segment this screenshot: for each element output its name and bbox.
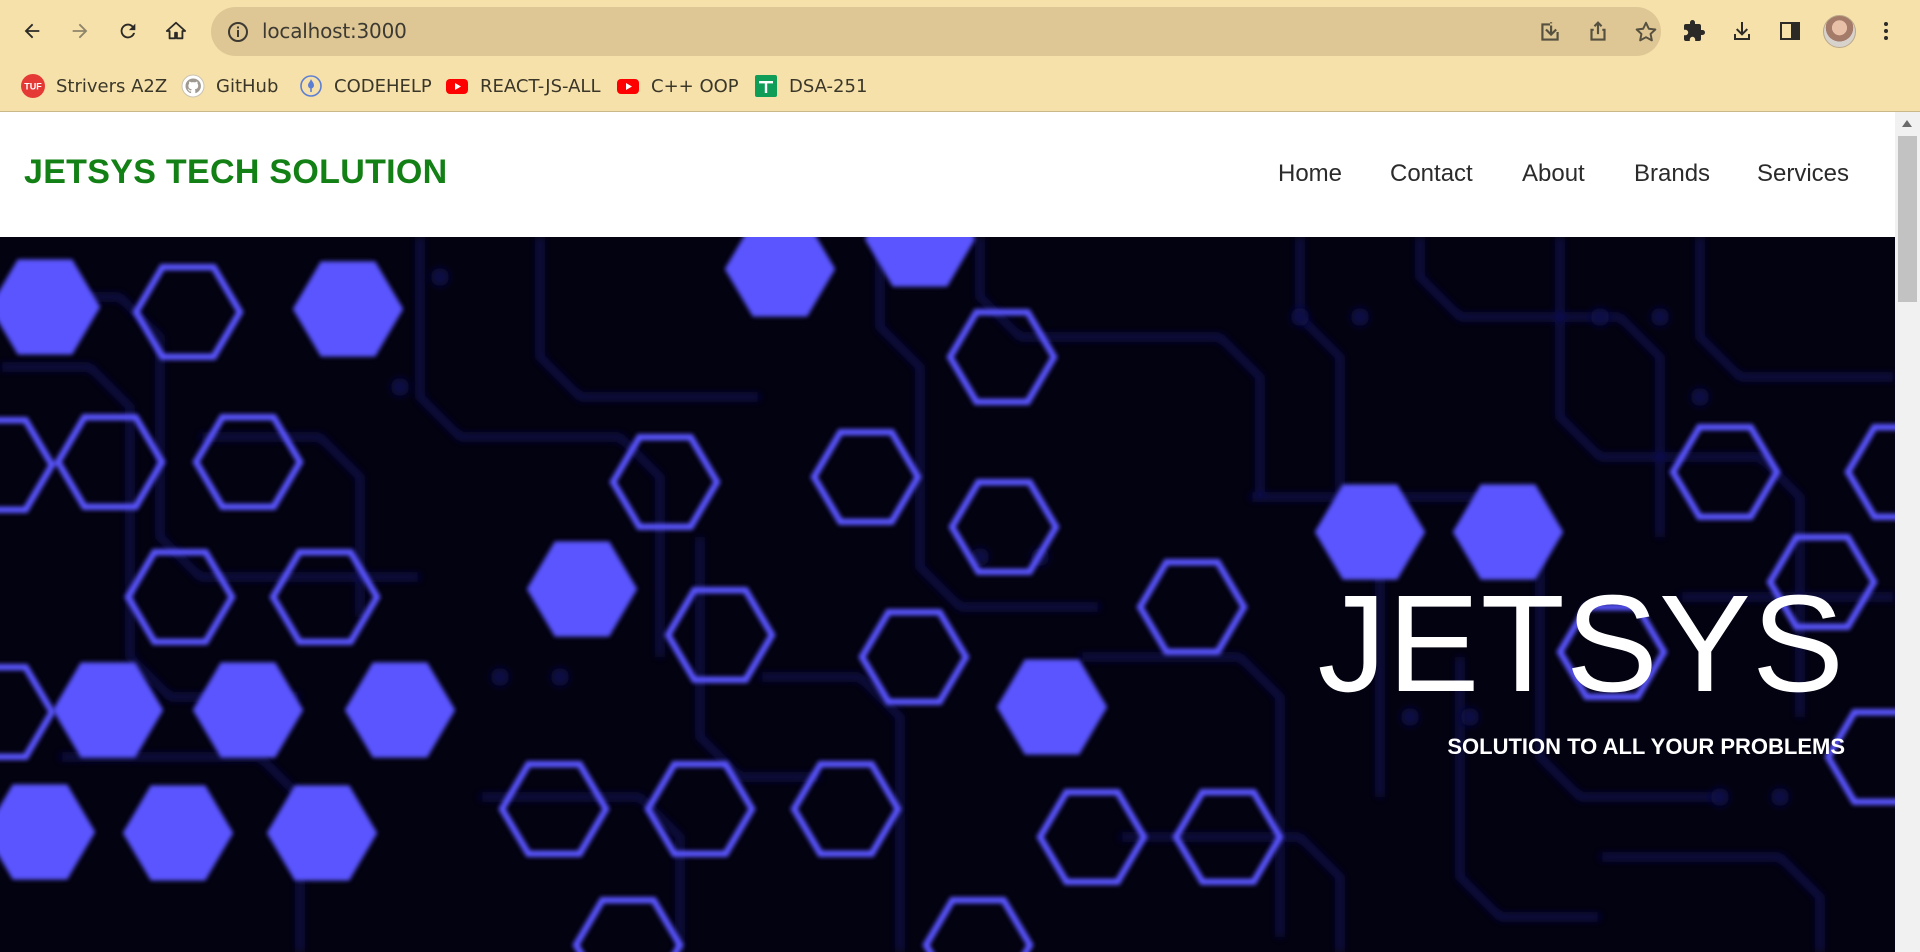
address-bar[interactable]: localhost:3000 xyxy=(211,7,1661,56)
hero-subtitle: SOLUTION TO ALL YOUR PROBLEMS xyxy=(1447,734,1845,759)
tuf-icon: TUF xyxy=(21,74,45,98)
bookmark-label: DSA-251 xyxy=(789,75,868,97)
profile-avatar[interactable] xyxy=(1823,15,1856,48)
reload-icon xyxy=(120,23,136,39)
kebab-menu-icon xyxy=(1884,22,1888,40)
site-brand[interactable]: JETSYS TECH SOLUTION xyxy=(24,153,448,192)
home-icon xyxy=(165,21,187,40)
youtube-icon xyxy=(616,74,640,98)
bookmark-label: GitHub xyxy=(216,75,279,97)
nav-about[interactable]: About xyxy=(1522,160,1585,188)
bookmark-codehelp[interactable]: CODEHELP xyxy=(299,71,432,101)
nav-services[interactable]: Services xyxy=(1757,160,1849,188)
menu-button[interactable] xyxy=(1867,12,1905,50)
bookmark-github[interactable]: GitHub xyxy=(181,71,278,101)
bookmarks-bar: TUF Strivers A2Z GitHub CODEHELP REACT-J… xyxy=(0,63,1920,111)
share-icon[interactable] xyxy=(1585,19,1611,45)
downloads-button[interactable] xyxy=(1723,12,1761,50)
hero-title: JETSYS xyxy=(1317,567,1845,721)
bookmark-dsa-251[interactable]: DSA-251 xyxy=(754,71,867,101)
bookmark-react-js-all[interactable]: REACT-JS-ALL xyxy=(445,71,601,101)
bookmark-star-icon[interactable] xyxy=(1633,19,1659,45)
youtube-icon xyxy=(445,74,469,98)
nav-brands[interactable]: Brands xyxy=(1634,160,1710,188)
browser-toolbar: localhost:3000 xyxy=(0,0,1920,63)
bookmark-strivers[interactable]: TUF Strivers A2Z xyxy=(21,71,167,101)
codehelp-icon xyxy=(299,74,323,98)
bookmark-cpp-oop[interactable]: C++ OOP xyxy=(616,71,739,101)
home-button[interactable] xyxy=(157,12,195,50)
page-scrollbar[interactable] xyxy=(1895,112,1920,952)
sheets-icon xyxy=(754,74,778,98)
bookmark-label: CODEHELP xyxy=(334,75,432,97)
puzzle-icon xyxy=(1684,20,1705,41)
install-app-icon[interactable] xyxy=(1537,19,1563,45)
scroll-thumb[interactable] xyxy=(1898,136,1917,302)
browser-chrome: localhost:3000 TUF Strivers A2Z GitHub C… xyxy=(0,0,1920,112)
url-text[interactable]: localhost:3000 xyxy=(262,19,407,43)
site-header: JETSYS TECH SOLUTION Home Contact About … xyxy=(0,112,1895,237)
hero-banner: JETSYS SOLUTION TO ALL YOUR PROBLEMS xyxy=(0,237,1895,952)
github-icon xyxy=(181,74,205,98)
site-info-icon[interactable] xyxy=(226,20,250,44)
side-panel-button[interactable] xyxy=(1771,12,1809,50)
reload-button[interactable] xyxy=(109,12,147,50)
bookmark-label: Strivers A2Z xyxy=(56,75,168,97)
extensions-button[interactable] xyxy=(1675,12,1713,50)
scroll-up-arrow-icon[interactable] xyxy=(1902,120,1912,127)
nav-contact[interactable]: Contact xyxy=(1390,160,1473,188)
page-viewport: JETSYS TECH SOLUTION Home Contact About … xyxy=(0,112,1920,952)
arrow-right-icon xyxy=(72,23,88,39)
arrow-left-icon xyxy=(24,23,40,39)
download-icon xyxy=(1734,22,1750,40)
bookmark-label: C++ OOP xyxy=(651,75,739,97)
bookmark-label: REACT-JS-ALL xyxy=(480,75,601,97)
forward-button[interactable] xyxy=(61,12,99,50)
svg-text:TUF: TUF xyxy=(24,82,42,92)
back-button[interactable] xyxy=(13,12,51,50)
side-panel-icon xyxy=(1780,22,1800,40)
nav-home[interactable]: Home xyxy=(1278,160,1342,188)
